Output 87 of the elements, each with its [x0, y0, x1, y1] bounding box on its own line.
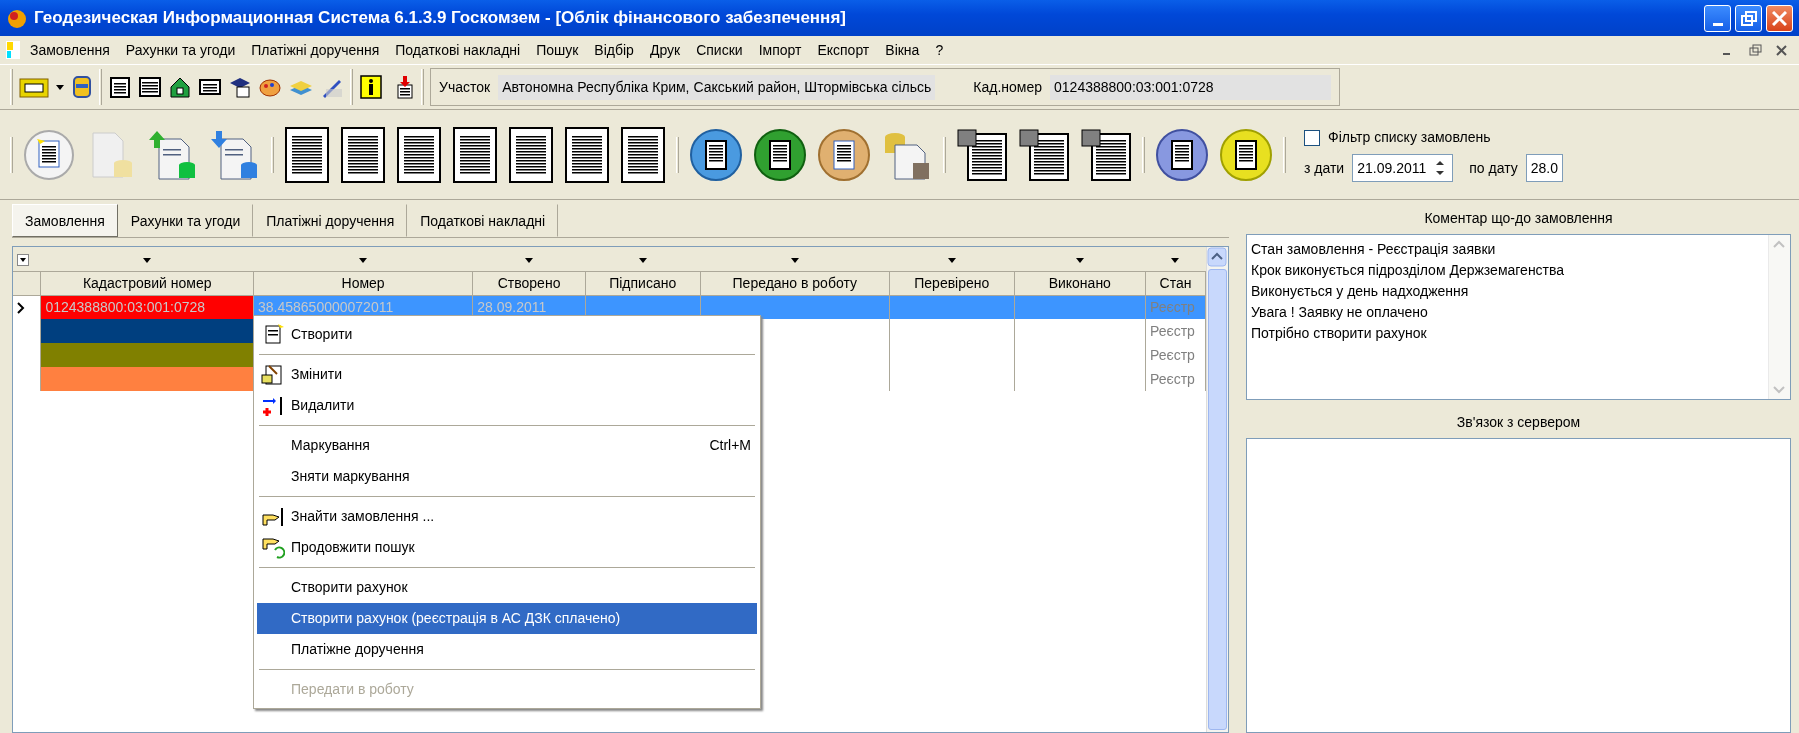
table-cell: 28.09.2011: [477, 298, 547, 315]
row-pointer-icon: [17, 302, 25, 315]
document-icon[interactable]: [1219, 127, 1273, 182]
row-color-cell: 0124388800:03:001:0728: [40, 295, 254, 319]
checkbox-label: Фільтр списку замовлень: [1328, 128, 1491, 147]
menu-item[interactable]: Змінити: [257, 359, 757, 390]
field-label: Кад.номер: [973, 77, 1043, 97]
menu-item[interactable]: Платіжні доручення: [243, 37, 388, 63]
comment-line: Стан замовлення - Реєстрація заявки: [1251, 240, 1497, 259]
table-cell: Реєстр: [1150, 298, 1195, 315]
dropdown-arrow-icon[interactable]: [359, 258, 368, 264]
checkbox[interactable]: [1304, 129, 1320, 146]
form-icon[interactable]: [284, 125, 330, 184]
document-icon[interactable]: [23, 128, 75, 181]
date-label: по дату: [1469, 158, 1518, 178]
menu-item[interactable]: Платіжне доручення: [257, 634, 757, 665]
minimize-button[interactable]: [1704, 4, 1731, 32]
comment-line: Виконується у день надходження: [1251, 282, 1470, 301]
menu-item[interactable]: Створити: [257, 319, 757, 350]
menu-item[interactable]: Створити рахунок (реєстрація в АС ДЗК сплачено): [257, 603, 757, 634]
restore-button[interactable]: [1735, 4, 1762, 32]
dropdown-arrow-icon[interactable]: [947, 258, 956, 264]
window-title: Геодезическая Информационная Система 6.1.3.9 Госкомзем - [Облік фінансового забезпечення]: [34, 7, 847, 30]
tab[interactable]: Замовлення: [12, 204, 118, 237]
scrollbar[interactable]: [1206, 247, 1228, 732]
edit-icon: [261, 362, 285, 387]
dropdown-arrow-icon[interactable]: [790, 258, 799, 264]
menu-item[interactable]: Пошук: [528, 37, 587, 63]
table-cell: 38.458650000072011: [258, 298, 394, 315]
date-field[interactable]: 21.09.2011: [1352, 154, 1454, 182]
menu-item[interactable]: Вікна: [877, 37, 928, 63]
menu-item[interactable]: Зняти маркування: [257, 461, 757, 492]
restore-icon[interactable]: [1746, 41, 1763, 59]
comment-box[interactable]: Стан замовлення - Реєстрація заявки Крок виконується підрозділом Держземагенства Виконується у день надходження Увага ! Заявку не оплачено Потрібно створити рахунок: [1246, 234, 1791, 400]
menu-item[interactable]: Податкові накладні: [387, 37, 529, 63]
comment-line: Крок виконується підрозділом Держземагенства: [1251, 261, 1566, 280]
menu-item[interactable]: Видалити: [257, 390, 757, 421]
date-label: з дати: [1304, 158, 1345, 178]
database-icon[interactable]: [71, 75, 93, 99]
graduation-cap-icon[interactable]: [228, 75, 252, 99]
table-icon[interactable]: [138, 75, 162, 99]
menu-item[interactable]: ?: [927, 37, 952, 63]
info-icon[interactable]: [359, 74, 383, 100]
text-field[interactable]: Автономна Республіка Крим, Сакський район, Штормівська сільсь: [498, 74, 936, 100]
table-cell: Реєстр: [1150, 346, 1195, 363]
comment-line: Увага ! Заявку не оплачено: [1251, 303, 1429, 322]
menu-item[interactable]: Експорт: [809, 37, 878, 63]
scroll-up-icon[interactable]: [1207, 247, 1227, 267]
menu-item[interactable]: Продовжити пошук: [257, 532, 757, 563]
form-icon[interactable]: [508, 125, 554, 184]
form-icon[interactable]: [564, 125, 610, 184]
restore-icon: [1740, 10, 1757, 26]
menu-item[interactable]: Списки: [688, 37, 751, 63]
form-icon[interactable]: [340, 125, 386, 184]
shortcut-text: Ctrl+M: [709, 436, 751, 455]
dropdown-icon[interactable]: [17, 253, 29, 266]
minimize-icon: [1712, 22, 1723, 26]
table-cell: Реєстр: [1150, 370, 1195, 387]
notepad-icon[interactable]: [108, 75, 132, 99]
field-label: Участок: [439, 77, 491, 97]
panel-title: Коментар що-до замовлення: [1423, 208, 1614, 228]
menu-item[interactable]: Маркування Ctrl+M: [257, 430, 757, 461]
close-icon: [1772, 10, 1787, 26]
date-field[interactable]: 28.0: [1525, 154, 1563, 182]
dropdown-arrow-icon[interactable]: [1075, 258, 1084, 264]
form-icon[interactable]: [452, 125, 498, 184]
column-header[interactable]: Номер: [341, 274, 385, 291]
dropdown-arrow-icon[interactable]: [1171, 258, 1180, 264]
form-icon[interactable]: [396, 125, 442, 184]
menu-item[interactable]: Замовлення: [22, 37, 118, 63]
menu-item[interactable]: Відбір: [586, 37, 642, 63]
menu-item[interactable]: Рахунки та угоди: [117, 37, 244, 63]
dropdown-arrow-icon[interactable]: [143, 258, 152, 264]
panel-title: Зв'язок з сервером: [1455, 412, 1582, 432]
comment-line: Потрібно створити рахунок: [1251, 324, 1428, 343]
menu-item[interactable]: Імпорт: [750, 37, 810, 63]
dropdown-arrow-icon[interactable]: [525, 258, 534, 264]
close-button[interactable]: [1766, 4, 1793, 32]
form-icon[interactable]: [620, 125, 666, 184]
text-field[interactable]: 0124388800:03:001:0728: [1050, 74, 1331, 100]
menu-item[interactable]: Створити рахунок: [257, 572, 757, 603]
house-icon[interactable]: [168, 75, 192, 99]
document-icon[interactable]: [817, 127, 871, 182]
menu-item[interactable]: Друк: [641, 37, 689, 63]
table-cell: Реєстр: [1150, 322, 1195, 339]
menu-item[interactable]: Знайти замовлення ...: [257, 501, 757, 532]
dropdown-arrow-icon[interactable]: [638, 258, 647, 264]
